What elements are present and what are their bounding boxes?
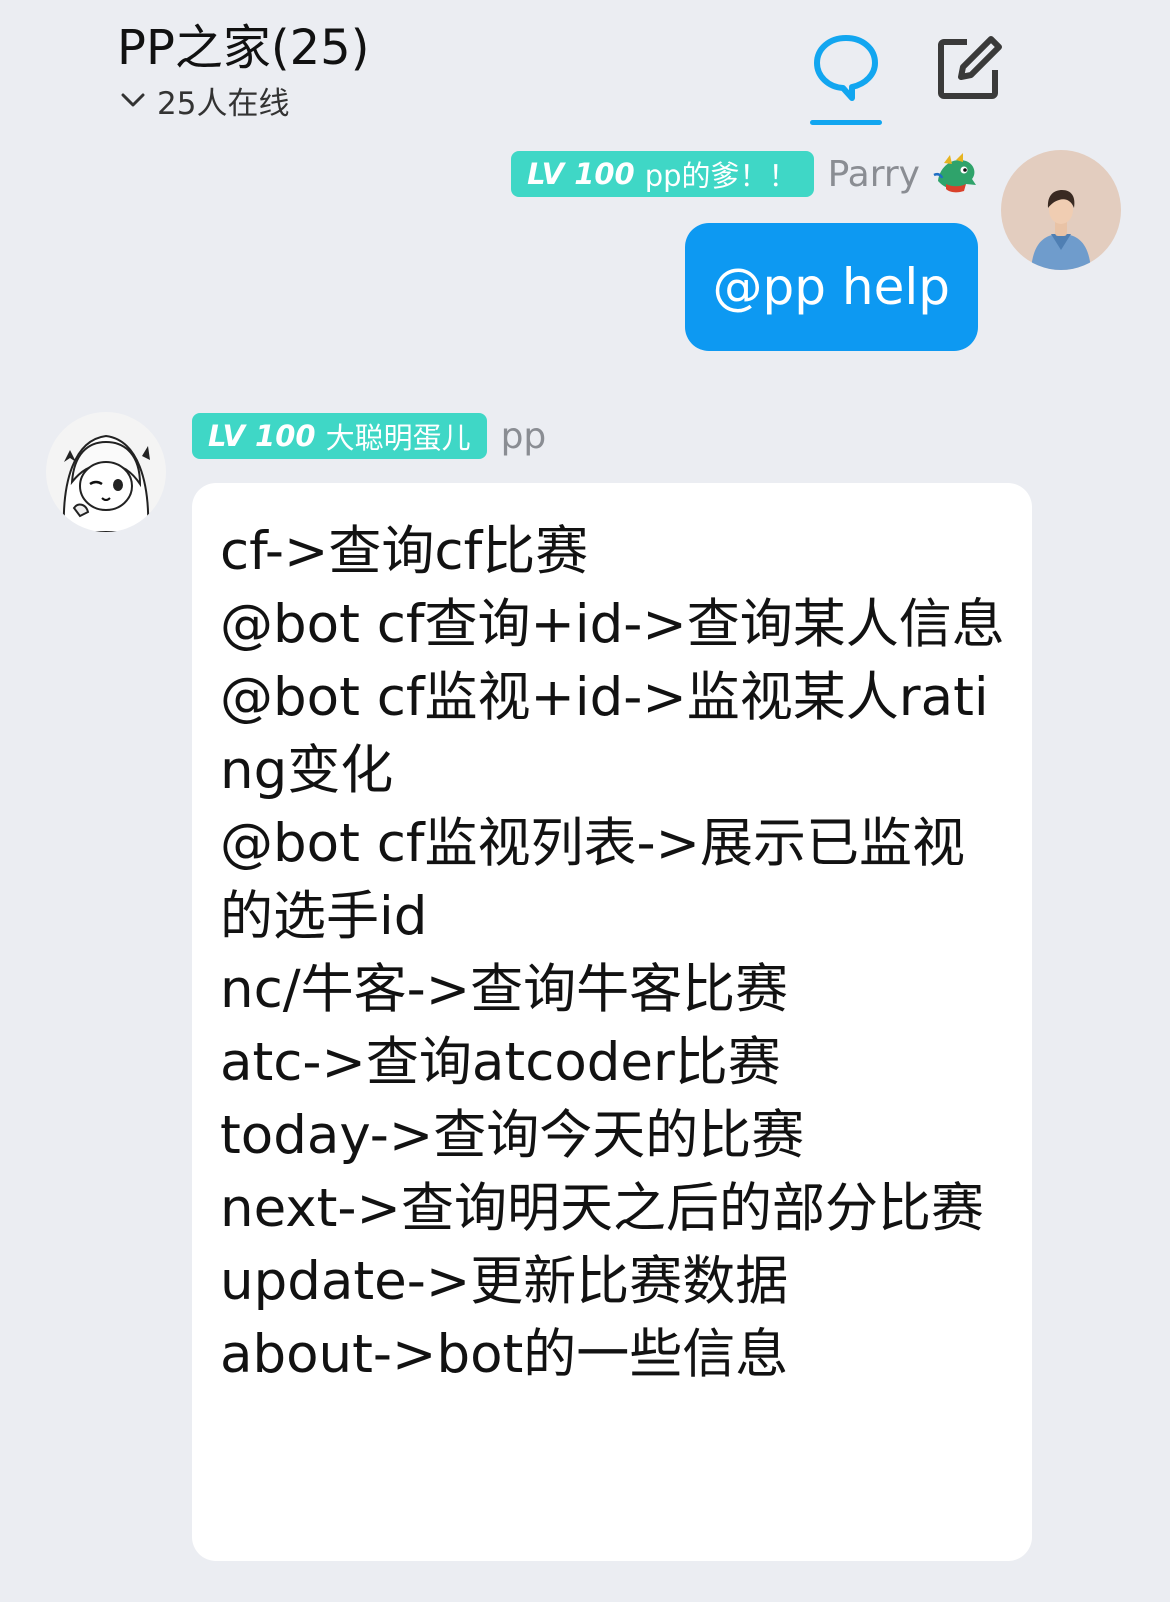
help-line: @bot cf查询+id->查询某人信息 <box>220 594 1005 655</box>
outgoing-message-bubble[interactable]: @pp help <box>684 223 978 351</box>
help-line: @bot cf监视+id->监视某人rating变化 <box>220 667 989 801</box>
edit-icon[interactable] <box>935 34 1003 102</box>
help-line: @bot cf监视列表->展示已监视的选手id <box>220 813 966 947</box>
help-line: nc/牛客->查询牛客比赛 <box>220 959 789 1020</box>
help-line: update->更新比赛数据 <box>220 1251 789 1312</box>
chevron-down-icon <box>121 93 145 107</box>
user-avatar[interactable] <box>1001 150 1121 270</box>
user-avatar-image <box>1001 150 1121 270</box>
badge-level: LV 100 <box>527 157 635 191</box>
help-line: cf->查询cf比赛 <box>220 521 589 582</box>
badge-title: 大聪明蛋儿 <box>325 421 471 455</box>
help-line: about->bot的一些信息 <box>220 1324 789 1385</box>
incoming-level-badge: LV 100 大聪明蛋儿 <box>192 413 487 459</box>
bot-avatar[interactable] <box>46 412 166 532</box>
group-title: PP之家(25) <box>117 20 370 76</box>
outgoing-level-badge: LV 100 pp的爹！！ <box>511 151 814 197</box>
active-tab-indicator <box>810 120 882 125</box>
dragon-icon <box>933 153 976 193</box>
bot-avatar-image <box>46 412 166 532</box>
incoming-sender-meta: LV 100 大聪明蛋儿 pp <box>192 411 546 461</box>
online-count: 25人在线 <box>157 85 290 122</box>
help-line: atc->查询atcoder比赛 <box>220 1032 781 1093</box>
incoming-sender-name[interactable]: pp <box>501 416 547 457</box>
help-line: next->查询明天之后的部分比赛 <box>220 1178 984 1239</box>
help-command-list: cf->查询cf比赛 @bot cf查询+id->查询某人信息 @bot cf监… <box>220 515 1008 1391</box>
incoming-message-bubble[interactable]: cf->查询cf比赛 @bot cf查询+id->查询某人信息 @bot cf监… <box>192 483 1032 1561</box>
help-line: today->查询今天的比赛 <box>220 1105 805 1166</box>
badge-level: LV 100 <box>208 419 316 453</box>
outgoing-sender-meta: LV 100 pp的爹！！ Parry <box>511 148 980 200</box>
badge-title: pp的爹！！ <box>644 159 798 193</box>
chat-bubble-icon[interactable] <box>810 32 882 104</box>
outgoing-sender-name[interactable]: Parry <box>828 154 920 195</box>
online-count-toggle[interactable]: 25人在线 <box>117 78 289 122</box>
